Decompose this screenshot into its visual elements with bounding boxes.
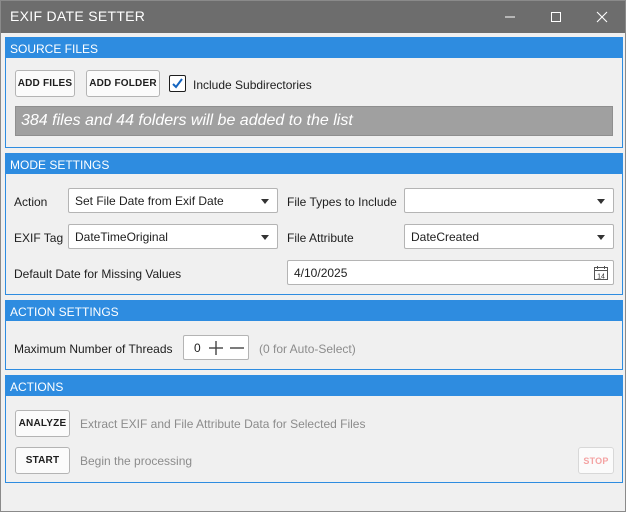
source-files-section: SOURCE FILES ADD FILES ADD FOLDER Includ… [5,37,623,148]
threads-hint: (0 for Auto-Select) [259,342,356,356]
calendar-icon[interactable]: 14 [593,265,609,281]
file-types-dropdown[interactable] [404,188,614,213]
plus-icon[interactable] [208,340,224,356]
minus-icon[interactable] [229,340,245,356]
actions-section: ACTIONS ANALYZE Extract EXIF and File At… [5,375,623,483]
include-subdirectories-checkbox[interactable] [169,75,186,92]
minimize-button[interactable] [487,1,533,33]
start-button[interactable]: START [15,447,70,474]
threads-label: Maximum Number of Threads [14,342,173,356]
default-date-picker[interactable]: 4/10/2025 14 [287,260,614,285]
close-button[interactable] [579,1,625,33]
chevron-down-icon [597,199,605,204]
default-date-label: Default Date for Missing Values [14,267,182,281]
add-files-button[interactable]: ADD FILES [15,70,75,97]
maximize-button[interactable] [533,1,579,33]
threads-stepper[interactable]: 0 [183,335,249,360]
exif-tag-label: EXIF Tag [14,231,64,245]
threads-value: 0 [194,341,201,355]
exif-tag-dropdown-value: DateTimeOriginal [75,230,168,244]
exif-tag-dropdown[interactable]: DateTimeOriginal [68,224,278,249]
action-label: Action [14,195,48,209]
checkmark-icon [172,78,183,89]
file-attribute-label: File Attribute [287,231,354,245]
title-bar: EXIF DATE SETTER [1,1,625,33]
chevron-down-icon [597,235,605,240]
maximize-icon [551,12,561,22]
analyze-hint: Extract EXIF and File Attribute Data for… [80,417,366,431]
window-title: EXIF DATE SETTER [10,8,146,24]
stop-button[interactable]: STOP [578,447,614,474]
action-settings-header: ACTION SETTINGS [6,301,622,321]
status-banner: 384 files and 44 folders will be added t… [15,106,613,136]
add-folder-button[interactable]: ADD FOLDER [86,70,160,97]
chevron-down-icon [261,199,269,204]
mode-settings-header: MODE SETTINGS [6,154,622,174]
analyze-button[interactable]: ANALYZE [15,410,70,437]
source-files-header: SOURCE FILES [6,38,622,58]
start-hint: Begin the processing [80,454,193,468]
app-window: EXIF DATE SETTER SOURCE FILES ADD FILES … [0,0,626,512]
action-dropdown[interactable]: Set File Date from Exif Date [68,188,278,213]
actions-header: ACTIONS [6,376,622,396]
minimize-icon [505,16,515,18]
file-types-label: File Types to Include [287,195,397,209]
svg-text:14: 14 [597,274,605,281]
close-icon [596,11,608,23]
default-date-value: 4/10/2025 [294,266,348,280]
include-subdirectories-label[interactable]: Include Subdirectories [193,78,312,92]
chevron-down-icon [261,235,269,240]
file-attribute-dropdown-value: DateCreated [411,230,480,244]
action-dropdown-value: Set File Date from Exif Date [75,194,224,208]
file-attribute-dropdown[interactable]: DateCreated [404,224,614,249]
mode-settings-section: MODE SETTINGS Action Set File Date from … [5,153,623,295]
action-settings-section: ACTION SETTINGS Maximum Number of Thread… [5,300,623,370]
